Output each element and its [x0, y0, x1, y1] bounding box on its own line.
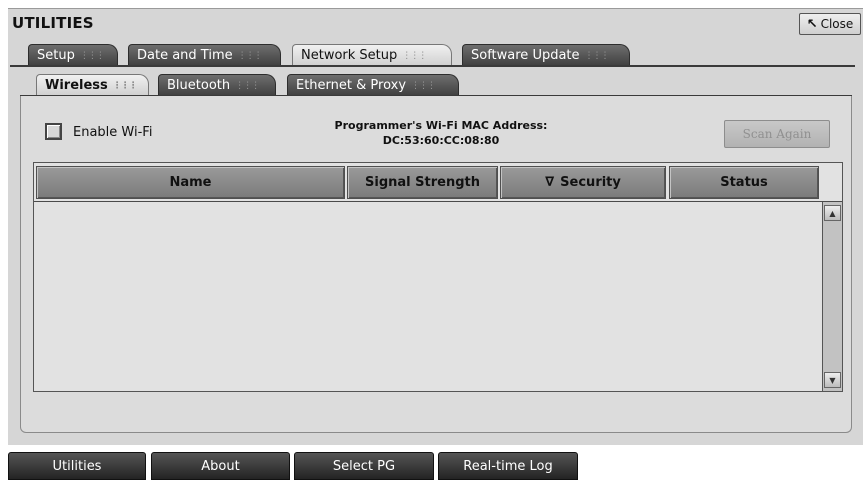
- column-header-name[interactable]: Name: [36, 166, 345, 199]
- tab-bluetooth[interactable]: Bluetooth ⋮⋮⋮: [158, 74, 276, 96]
- nav-select-pg-button[interactable]: Select PG: [294, 452, 434, 480]
- enable-wifi-label: Enable Wi-Fi: [73, 125, 153, 140]
- enable-wifi-checkbox[interactable]: [45, 123, 62, 140]
- grip-icon: ⋮⋮⋮: [402, 50, 427, 61]
- tab-network-setup[interactable]: Network Setup ⋮⋮⋮: [292, 44, 452, 66]
- header-divider: [34, 201, 842, 202]
- tab-software-update[interactable]: Software Update ⋮⋮⋮: [462, 44, 630, 66]
- wireless-panel: Enable Wi-Fi Programmer's Wi-Fi MAC Addr…: [20, 96, 852, 433]
- column-header-status[interactable]: Status: [669, 166, 819, 199]
- tab-setup[interactable]: Setup ⋮⋮⋮: [28, 44, 118, 66]
- window-title: UTILITIES: [12, 14, 94, 32]
- tab-wireless[interactable]: Wireless ⋮⋮⋮: [36, 74, 149, 96]
- grip-icon: ⋮⋮⋮: [237, 50, 263, 61]
- grip-icon: ⋮⋮⋮: [411, 80, 436, 91]
- nav-utilities-button[interactable]: Utilities: [8, 452, 146, 480]
- column-header-signal-strength[interactable]: Signal Strength: [347, 166, 498, 199]
- main-tab-rule: [10, 65, 855, 67]
- close-arrow-icon: ↖: [806, 16, 818, 32]
- nav-realtime-log-button[interactable]: Real-time Log: [438, 452, 578, 480]
- sort-descending-icon: ∇: [545, 175, 555, 190]
- scroll-down-icon[interactable]: ▼: [824, 372, 841, 388]
- table-scrollbar[interactable]: ▲ ▼: [822, 202, 842, 391]
- scroll-up-icon[interactable]: ▲: [824, 205, 841, 221]
- grip-icon: ⋮⋮⋮: [112, 80, 138, 91]
- close-label: Close: [820, 17, 854, 31]
- column-header-security[interactable]: ∇ Security: [500, 166, 666, 199]
- mac-address-label: Programmer's Wi-Fi MAC Address:: [334, 119, 548, 132]
- grip-icon: ⋮⋮⋮: [235, 80, 260, 91]
- nav-about-button[interactable]: About: [151, 452, 290, 480]
- mac-address-value: DC:53:60:CC:08:80: [382, 134, 500, 147]
- scan-again-button[interactable]: Scan Again: [724, 120, 830, 148]
- close-button[interactable]: ↖ Close: [799, 13, 861, 35]
- network-table: Name Signal Strength ∇ Security Status ▲…: [33, 162, 843, 392]
- grip-icon: ⋮⋮⋮: [584, 50, 610, 61]
- tab-date-and-time[interactable]: Date and Time ⋮⋮⋮: [128, 44, 281, 66]
- mac-address-info: Programmer's Wi-Fi MAC Address: DC:53:60…: [291, 118, 591, 148]
- tab-ethernet-proxy[interactable]: Ethernet & Proxy ⋮⋮⋮: [287, 74, 459, 96]
- grip-icon: ⋮⋮⋮: [79, 50, 105, 61]
